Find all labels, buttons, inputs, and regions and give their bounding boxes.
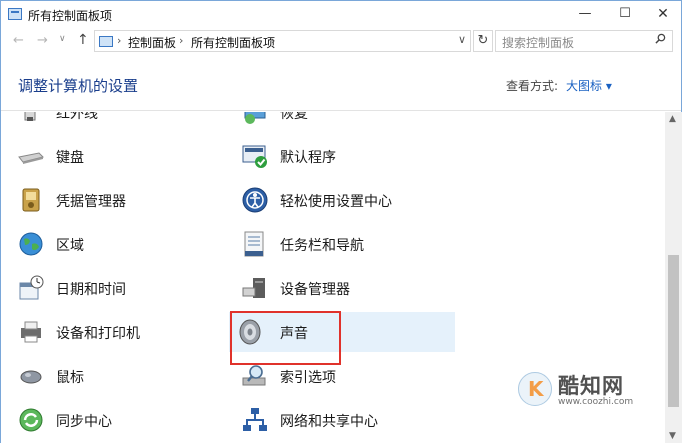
back-arrow-icon[interactable]: ← xyxy=(13,33,24,48)
infrared-icon xyxy=(24,112,36,121)
watermark-name: 酷知网 xyxy=(558,374,624,398)
window-title: 所有控制面板项 xyxy=(28,9,113,23)
default-programs-icon xyxy=(242,145,267,168)
search-icon[interactable] xyxy=(655,33,666,44)
title-bar: 所有控制面板项 — ☐ ✕ xyxy=(0,0,682,28)
item-label: 默认程序 xyxy=(280,150,336,166)
item-sync-center[interactable]: 同步中心 xyxy=(17,400,217,440)
item-credential-manager[interactable]: 凭据管理器 xyxy=(17,180,217,220)
breadcrumb-separator-icon[interactable]: › xyxy=(117,34,121,47)
breadcrumb-all-items[interactable]: 所有控制面板项 xyxy=(191,34,275,51)
close-button[interactable]: ✕ xyxy=(643,1,682,27)
item-label: 红外线 xyxy=(56,112,98,122)
item-ease-of-access[interactable]: 轻松使用设置中心 xyxy=(241,180,451,220)
item-label: 网络和共享中心 xyxy=(280,414,378,430)
item-default-programs[interactable]: 默认程序 xyxy=(241,136,451,176)
view-mode-dropdown[interactable]: 大图标 ▾ xyxy=(566,77,612,94)
item-label: 同步中心 xyxy=(56,414,112,430)
item-label: 设备管理器 xyxy=(280,282,350,298)
recent-locations-chevron-icon[interactable]: ∨ xyxy=(59,34,66,44)
item-label: 鼠标 xyxy=(56,370,84,386)
maximize-button[interactable]: ☐ xyxy=(605,1,645,27)
item-recovery[interactable]: 恢复 xyxy=(241,112,451,132)
keyboard-icon xyxy=(18,152,44,164)
item-region[interactable]: 区域 xyxy=(17,224,217,264)
item-network-sharing[interactable]: 网络和共享中心 xyxy=(241,400,451,440)
scroll-down-arrow-icon[interactable]: ▼ xyxy=(669,431,676,441)
minimize-button[interactable]: — xyxy=(565,1,605,27)
up-arrow-icon[interactable]: ↑ xyxy=(77,32,89,48)
address-bar[interactable]: › 控制面板 › 所有控制面板项 › ∨ xyxy=(94,30,471,52)
watermark-url: www.coozhi.com xyxy=(558,397,634,407)
breadcrumb-separator-icon[interactable]: › xyxy=(179,34,183,47)
ease-of-access-icon xyxy=(242,187,268,213)
scroll-up-arrow-icon[interactable]: ▲ xyxy=(669,114,676,124)
item-device-manager[interactable]: 设备管理器 xyxy=(241,268,451,308)
printer-icon xyxy=(21,321,41,343)
item-date-time[interactable]: 日期和时间 xyxy=(17,268,217,308)
item-label: 任务栏和导航 xyxy=(280,238,364,254)
device-manager-icon xyxy=(242,278,265,298)
item-mouse[interactable]: 鼠标 xyxy=(17,356,217,396)
item-taskbar-navigation[interactable]: 任务栏和导航 xyxy=(241,224,451,264)
address-dropdown-chevron-icon[interactable]: ∨ xyxy=(458,33,466,46)
breadcrumb-control-panel[interactable]: 控制面板 xyxy=(128,34,176,51)
taskbar-icon xyxy=(244,231,264,257)
item-label: 区域 xyxy=(56,238,84,254)
header-divider xyxy=(1,110,681,111)
item-infrared[interactable]: 红外线 xyxy=(17,112,217,132)
region-globe-icon xyxy=(19,232,43,256)
item-label: 日期和时间 xyxy=(56,282,126,298)
recovery-icon xyxy=(244,112,266,124)
item-label: 轻松使用设置中心 xyxy=(280,194,392,210)
scrollbar-thumb[interactable] xyxy=(668,255,679,407)
view-mode-label: 查看方式: xyxy=(506,79,559,93)
mouse-icon xyxy=(20,370,42,384)
search-input[interactable]: 搜索控制面板 xyxy=(495,30,673,52)
item-keyboard[interactable]: 键盘 xyxy=(17,136,217,176)
item-label: 设备和打印机 xyxy=(56,326,140,342)
network-sharing-icon xyxy=(243,408,267,431)
item-label: 恢复 xyxy=(280,112,308,122)
item-label: 凭据管理器 xyxy=(56,194,126,210)
indexing-options-icon xyxy=(242,365,266,386)
item-label: 键盘 xyxy=(56,150,84,166)
item-label: 索引选项 xyxy=(280,370,336,386)
coozhi-logo-icon xyxy=(518,372,552,406)
page-title: 调整计算机的设置 xyxy=(18,77,139,95)
navigation-bar: ← → ∨ ↑ › 控制面板 › 所有控制面板项 › ∨ ↻ 搜索控制面板 xyxy=(0,28,682,56)
credential-manager-icon xyxy=(22,188,40,212)
date-time-icon xyxy=(19,275,44,300)
forward-arrow-icon[interactable]: → xyxy=(37,33,48,48)
watermark: 酷知网 www.coozhi.com xyxy=(518,370,668,410)
sync-center-icon xyxy=(19,408,43,432)
item-devices-printers[interactable]: 设备和打印机 xyxy=(17,312,217,352)
control-panel-location-icon xyxy=(99,36,113,47)
refresh-button[interactable]: ↻ xyxy=(473,30,493,52)
control-panel-app-icon xyxy=(8,8,22,20)
breadcrumb-separator-icon[interactable]: › xyxy=(271,34,275,47)
item-indexing-options[interactable]: 索引选项 xyxy=(241,356,451,396)
search-placeholder: 搜索控制面板 xyxy=(502,36,575,50)
